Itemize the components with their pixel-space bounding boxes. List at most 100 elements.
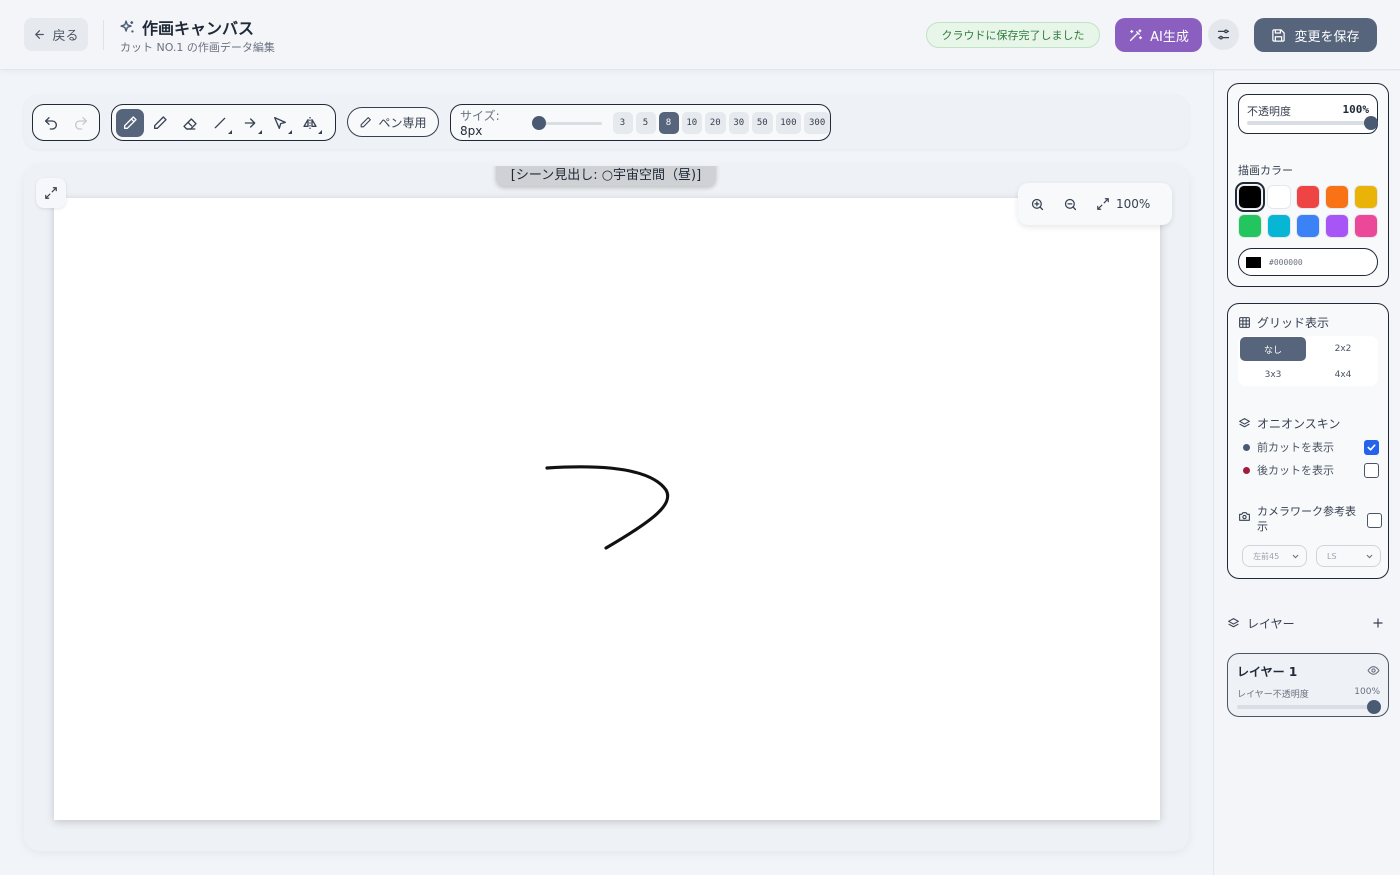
opacity-control: 不透明度 100% [1238,94,1378,134]
grid-option-2x2[interactable]: 2x2 [1310,337,1376,361]
color-swatch-yellow[interactable] [1354,185,1378,209]
opacity-value: 100% [1342,103,1370,116]
grid-option-4x4[interactable]: 4x4 [1310,363,1376,387]
pen-only-label: ペン専用 [378,115,427,130]
size-preset-3[interactable]: 3 [612,111,633,134]
settings-button[interactable] [1208,19,1239,50]
next-cut-row: 後カットを表示 [1243,462,1379,478]
ai-generate-button[interactable]: AI生成 [1115,18,1202,52]
opacity-slider[interactable] [1247,116,1378,130]
layer-item[interactable]: レイヤー 1 レイヤー不透明度 100% [1227,653,1389,717]
magic-wand-icon [1130,28,1143,41]
layer-name: レイヤー 1 [1237,665,1298,679]
submenu-indicator [318,129,322,134]
color-swatch-red[interactable] [1296,185,1320,209]
select-tool[interactable] [266,109,294,137]
layer-opacity-slider[interactable] [1237,700,1381,714]
back-button[interactable]: 戻る [24,18,88,51]
view-options-panel: グリッド表示 なし 2x2 3x3 4x4 オニオンスキン 前カットを表示 後カ… [1227,303,1389,579]
camera-shot-select[interactable]: LS [1316,545,1381,567]
size-preset-20[interactable]: 20 [705,111,726,134]
fullscreen-button[interactable] [36,178,66,208]
layers-label: レイヤー [1247,617,1295,631]
color-section-label: 描画カラー [1238,164,1293,177]
opacity-slider-track [1247,121,1371,125]
zoom-in-icon[interactable] [1030,197,1045,212]
save-changes-button[interactable]: 変更を保存 [1254,18,1377,52]
grid-option-3x3[interactable]: 3x3 [1240,363,1306,387]
size-preset-50[interactable]: 50 [752,111,773,134]
add-layer-button[interactable] [1367,612,1389,634]
undo-icon[interactable] [43,115,59,131]
flip-horizontal-icon [303,116,317,129]
size-preset-100[interactable]: 100 [775,111,802,134]
opacity-slider-thumb[interactable] [1364,116,1378,130]
color-swatch-purple[interactable] [1325,214,1349,238]
flip-tool[interactable] [296,109,324,137]
color-swatch-black[interactable] [1235,182,1265,212]
size-preset-8[interactable]: 8 [658,111,679,134]
zoom-out-icon[interactable] [1063,197,1078,212]
layer-opacity-track [1237,705,1374,709]
layers-icon [1228,618,1239,628]
next-cut-dot [1243,466,1250,474]
color-swatch-green[interactable] [1238,214,1262,238]
onion-skin-label: オニオンスキン [1257,417,1341,431]
drawing-toolbar: ペン専用 サイズ: 8px 3 5 8 10 20 30 50 100 300 [24,95,1189,149]
zoom-level: 100% [1116,197,1151,211]
size-label: サイズ: 8px [460,107,524,138]
eye-icon[interactable] [1367,664,1380,677]
drawing-canvas[interactable] [54,198,1160,820]
custom-color-picker[interactable]: #000000 [1238,248,1378,276]
next-cut-label: 後カットを表示 [1257,464,1334,477]
layers-heading: レイヤー [1227,615,1389,632]
color-swatch-white[interactable] [1267,185,1291,209]
zoom-reset-button[interactable]: 100% [1096,197,1150,211]
submenu-indicator [288,129,292,134]
color-swatch-orange[interactable] [1325,185,1349,209]
chevron-down-icon [1366,554,1373,558]
prev-cut-dot [1243,443,1250,451]
pen-only-toggle[interactable]: ペン専用 [347,107,439,137]
camera-angle-select[interactable]: 左前45 [1242,545,1307,567]
size-slider-thumb[interactable] [531,115,546,130]
sliders-icon [1217,29,1230,40]
cursor-icon [274,116,286,129]
next-cut-checkbox[interactable] [1364,462,1379,478]
tool-group [111,104,336,141]
check-icon [1367,443,1376,451]
size-preset-10[interactable]: 10 [681,111,702,134]
camera-shot-value: LS [1327,551,1337,561]
scene-heading-label: [シーン見出し: ○宇宙空間（昼)] [496,166,716,186]
pencil-tool[interactable] [146,109,174,137]
size-preset-30[interactable]: 30 [728,111,749,134]
expand-icon [45,187,57,199]
color-swatches [1235,182,1382,238]
color-swatch-blue[interactable] [1296,214,1320,238]
submenu-indicator [258,129,262,134]
prev-cut-checkbox[interactable] [1364,439,1379,455]
header-divider [103,20,104,50]
color-swatch-pink[interactable] [1354,214,1378,238]
page-subtitle: カット NO.1 の作画データ編集 [120,41,275,54]
size-preset-5[interactable]: 5 [635,111,656,134]
camera-checkbox[interactable] [1367,513,1382,528]
back-label: 戻る [52,29,79,44]
brush-tool[interactable] [116,108,144,137]
onion-skin-heading: オニオンスキン [1238,415,1340,432]
grid-option-none[interactable]: なし [1240,337,1306,361]
brush-size-group: サイズ: 8px 3 5 8 10 20 30 50 100 300 [450,104,831,141]
line-tool[interactable] [206,109,234,137]
prev-cut-row: 前カットを表示 [1243,439,1379,455]
layer-opacity-thumb[interactable] [1367,700,1381,714]
grid-icon [1239,317,1250,328]
eraser-tool[interactable] [176,109,204,137]
redo-icon[interactable] [73,115,89,131]
size-preset-300[interactable]: 300 [804,111,830,134]
size-slider[interactable] [531,115,602,130]
arrow-tool[interactable] [236,109,264,137]
history-group [32,104,100,141]
title-row: 作画キャンバス [119,15,254,39]
save-status-badge: クラウドに保存完了しました [926,22,1100,48]
color-swatch-cyan[interactable] [1267,214,1291,238]
